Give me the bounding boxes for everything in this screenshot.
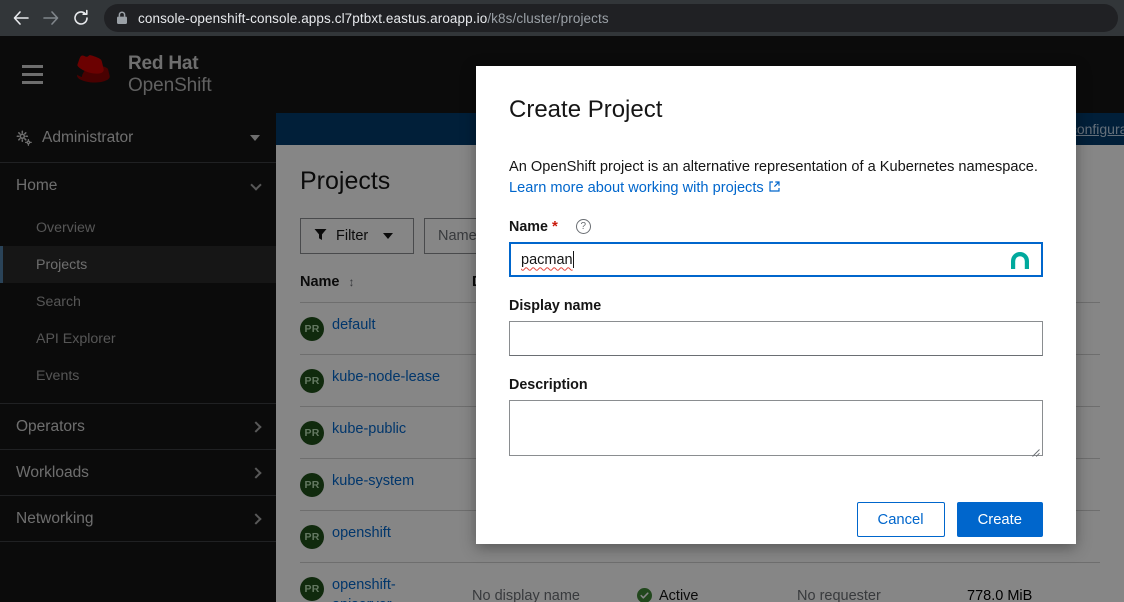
url-path: /k8s/cluster/projects (487, 10, 609, 26)
name-label-row: Name * ? (509, 218, 1043, 235)
create-project-modal: Create Project An OpenShift project is a… (476, 66, 1076, 544)
url-host: console-openshift-console.apps.cl7ptbxt.… (138, 10, 488, 26)
lock-icon (116, 11, 128, 25)
display-name-label: Display name (509, 298, 602, 315)
resize-handle-icon[interactable] (1031, 444, 1040, 457)
browser-reload-button[interactable] (66, 3, 96, 33)
browser-back-button[interactable] (6, 3, 36, 33)
external-link-icon (769, 180, 780, 196)
password-manager-icon[interactable] (1009, 250, 1031, 270)
modal-footer: Cancel Create (509, 502, 1043, 538)
description-label-row: Description (509, 377, 1043, 393)
cancel-button[interactable]: Cancel (856, 502, 945, 538)
page-viewport: Red Hat OpenShift Administrator Home Ove… (0, 36, 1124, 602)
name-label: Name (509, 218, 548, 235)
url-text: console-openshift-console.apps.cl7ptbxt.… (138, 11, 609, 26)
display-name-label-row: Display name (509, 298, 1043, 314)
browser-address-bar[interactable]: console-openshift-console.apps.cl7ptbxt.… (104, 4, 1118, 32)
modal-title: Create Project (509, 96, 663, 123)
name-input-value: pacman (521, 251, 573, 268)
modal-description: An OpenShift project is an alternative r… (509, 159, 1038, 175)
field-display-name: Display name (509, 298, 1043, 357)
create-button[interactable]: Create (956, 502, 1043, 538)
name-input[interactable]: pacman (509, 242, 1043, 278)
display-name-input[interactable] (509, 321, 1043, 357)
description-textarea[interactable] (509, 400, 1043, 457)
learn-more-label: Learn more about working with projects (509, 180, 764, 197)
field-description: Description (509, 377, 1043, 457)
browser-forward-button[interactable] (36, 3, 66, 33)
help-icon[interactable]: ? (575, 219, 591, 235)
learn-more-link[interactable]: Learn more about working with projects (509, 180, 780, 196)
field-name: Name * ? pacman (509, 218, 1043, 278)
description-label: Description (509, 377, 588, 394)
browser-toolbar: console-openshift-console.apps.cl7ptbxt.… (0, 0, 1124, 36)
required-marker: * (551, 218, 558, 236)
